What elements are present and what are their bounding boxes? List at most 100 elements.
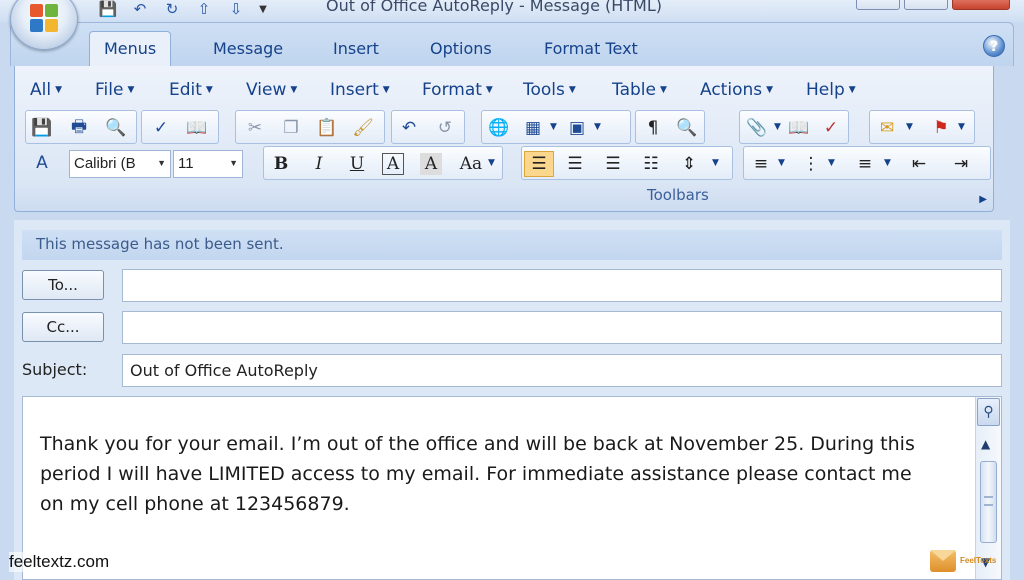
window-title: Out of Office AutoReply - Message (HTML) bbox=[326, 0, 663, 15]
options-toolbar-group: ✉ ▼ ⚑ ▼ bbox=[869, 110, 975, 144]
office-logo-icon bbox=[30, 4, 60, 34]
list-toolbar-group: ≡ ▼ ⋮ ▼ ≡ ▼ ⇤ ⇥ bbox=[743, 146, 991, 180]
maximize-button[interactable] bbox=[904, 0, 948, 10]
message-body[interactable]: Thank you for your email. I’m out of the… bbox=[22, 396, 1002, 580]
menu-label: Tools bbox=[523, 80, 565, 100]
tab-message[interactable]: Message bbox=[213, 36, 283, 62]
menu-label: Help bbox=[806, 80, 845, 100]
tab-format-text[interactable]: Format Text bbox=[544, 36, 638, 62]
menu-table[interactable]: Table ▼ bbox=[612, 80, 667, 100]
menu-format[interactable]: Format ▼ bbox=[422, 80, 493, 100]
redo-icon[interactable]: ↻ bbox=[160, 0, 184, 18]
down-arrow-icon[interactable]: ⇩ bbox=[224, 0, 248, 18]
italic-icon[interactable]: I bbox=[306, 151, 332, 177]
undo-toolbar-group: ↶ ↺ bbox=[391, 110, 465, 144]
message-body-text[interactable]: Thank you for your email. I’m out of the… bbox=[40, 429, 960, 519]
styles-icon[interactable]: А bbox=[29, 150, 55, 176]
subject-field[interactable]: Out of Office AutoReply bbox=[122, 354, 1002, 387]
border-dropdown-icon[interactable]: ▼ bbox=[594, 122, 601, 132]
hyperlink-icon[interactable]: 🌐 bbox=[486, 115, 512, 141]
multilevel-dropdown-icon[interactable]: ▼ bbox=[828, 158, 835, 168]
align-right-icon[interactable]: ☰ bbox=[600, 151, 626, 177]
paste-icon[interactable]: 📋 bbox=[314, 115, 340, 141]
attach-dropdown-icon[interactable]: ▼ bbox=[774, 122, 781, 132]
minimize-button[interactable] bbox=[856, 0, 900, 10]
ribbon-more-icon[interactable]: ▶ bbox=[979, 194, 987, 205]
line-spacing-icon[interactable]: ⇕ bbox=[676, 151, 702, 177]
save-icon[interactable]: 💾 bbox=[96, 0, 120, 18]
align-center-icon[interactable]: ☰ bbox=[562, 151, 588, 177]
tab-menus[interactable]: Menus bbox=[89, 31, 172, 67]
font-shading-icon[interactable]: A bbox=[420, 153, 442, 175]
spelling-toolbar-group: ✓ 📖 bbox=[141, 110, 219, 144]
show-toolbar-group: ¶ 🔍 bbox=[635, 110, 705, 144]
print-icon[interactable]: 🖶 bbox=[66, 115, 92, 141]
bold-icon[interactable]: B bbox=[268, 151, 294, 177]
menu-actions[interactable]: Actions ▼ bbox=[700, 80, 773, 100]
attachment-pane-icon[interactable]: ⚲ bbox=[977, 398, 1000, 426]
bullets-dropdown-icon[interactable]: ▼ bbox=[884, 158, 891, 168]
border-icon[interactable]: ▣ bbox=[564, 115, 590, 141]
menu-file[interactable]: File ▼ bbox=[95, 80, 134, 100]
underline-icon[interactable]: U bbox=[344, 151, 370, 177]
font-name-combo[interactable]: Calibri (B ▼ bbox=[69, 150, 171, 178]
menu-insert[interactable]: Insert ▼ bbox=[330, 80, 390, 100]
table-icon[interactable]: ▦ bbox=[520, 115, 546, 141]
check-names-icon[interactable]: ✓ bbox=[818, 115, 844, 141]
copy-icon[interactable]: ❐ bbox=[278, 115, 304, 141]
customize-icon[interactable]: ▼ bbox=[256, 0, 270, 18]
to-button[interactable]: To... bbox=[22, 270, 104, 300]
bullets-icon[interactable]: ≡ bbox=[852, 151, 878, 177]
redo-icon[interactable]: ↺ bbox=[432, 115, 458, 141]
address-book-icon[interactable]: 📖 bbox=[786, 115, 812, 141]
to-field[interactable] bbox=[122, 269, 1002, 302]
decrease-indent-icon[interactable]: ⇤ bbox=[906, 151, 932, 177]
change-case-dropdown-icon[interactable]: ▼ bbox=[488, 158, 495, 168]
scroll-up-icon[interactable]: ▲ bbox=[981, 437, 990, 451]
cc-field[interactable] bbox=[122, 311, 1002, 344]
info-bar: This message has not been sent. bbox=[22, 230, 1002, 260]
zoom-icon[interactable]: 🔍 bbox=[674, 115, 700, 141]
change-case-icon[interactable]: Aa bbox=[458, 151, 484, 177]
line-spacing-dropdown-icon[interactable]: ▼ bbox=[712, 158, 719, 168]
signature-dropdown-icon[interactable]: ▼ bbox=[906, 122, 913, 132]
menu-help[interactable]: Help ▼ bbox=[806, 80, 856, 100]
format-painter-icon[interactable]: 🖌 bbox=[350, 115, 376, 141]
cut-icon[interactable]: ✂ bbox=[242, 115, 268, 141]
save-icon[interactable]: 💾 bbox=[29, 115, 55, 141]
spelling-icon[interactable]: ✓ bbox=[148, 115, 174, 141]
close-button[interactable] bbox=[952, 0, 1010, 10]
numbering-icon[interactable]: ≡ bbox=[748, 151, 774, 177]
watermark-text: feeltextz.com bbox=[9, 552, 110, 572]
menu-label: View bbox=[246, 80, 287, 100]
font-size-combo[interactable]: 11 ▼ bbox=[173, 150, 243, 178]
help-icon[interactable]: ? bbox=[983, 35, 1005, 57]
cc-button[interactable]: Cc... bbox=[22, 312, 104, 342]
undo-icon[interactable]: ↶ bbox=[128, 0, 152, 18]
align-left-icon[interactable]: ☰ bbox=[524, 151, 554, 177]
justify-icon[interactable]: ☷ bbox=[638, 151, 664, 177]
menu-all[interactable]: All ▼ bbox=[30, 80, 62, 100]
menu-tools[interactable]: Tools ▼ bbox=[523, 80, 576, 100]
undo-icon[interactable]: ↶ bbox=[396, 115, 422, 141]
follow-up-flag-icon[interactable]: ⚑ bbox=[928, 115, 954, 141]
up-arrow-icon[interactable]: ⇧ bbox=[192, 0, 216, 18]
menu-view[interactable]: View ▼ bbox=[246, 80, 297, 100]
paragraph-mark-icon[interactable]: ¶ bbox=[640, 115, 666, 141]
attach-file-icon[interactable]: 📎 bbox=[744, 115, 770, 141]
scroll-thumb[interactable] bbox=[980, 461, 997, 543]
increase-indent-icon[interactable]: ⇥ bbox=[948, 151, 974, 177]
multilevel-list-icon[interactable]: ⋮ bbox=[798, 151, 824, 177]
flag-dropdown-icon[interactable]: ▼ bbox=[958, 122, 965, 132]
body-line: on my cell phone at 123456879. bbox=[40, 493, 350, 515]
research-icon[interactable]: 📖 bbox=[184, 115, 210, 141]
tab-insert[interactable]: Insert bbox=[333, 36, 379, 62]
ribbon-tabs: Menus Message Insert Options Format Text… bbox=[10, 22, 1014, 67]
table-dropdown-icon[interactable]: ▼ bbox=[550, 122, 557, 132]
tab-options[interactable]: Options bbox=[430, 36, 492, 62]
font-border-icon[interactable]: A bbox=[382, 153, 404, 175]
print-preview-icon[interactable]: 🔍 bbox=[103, 115, 129, 141]
menu-edit[interactable]: Edit ▼ bbox=[169, 80, 213, 100]
signature-icon[interactable]: ✉ bbox=[874, 115, 900, 141]
numbering-dropdown-icon[interactable]: ▼ bbox=[778, 158, 785, 168]
